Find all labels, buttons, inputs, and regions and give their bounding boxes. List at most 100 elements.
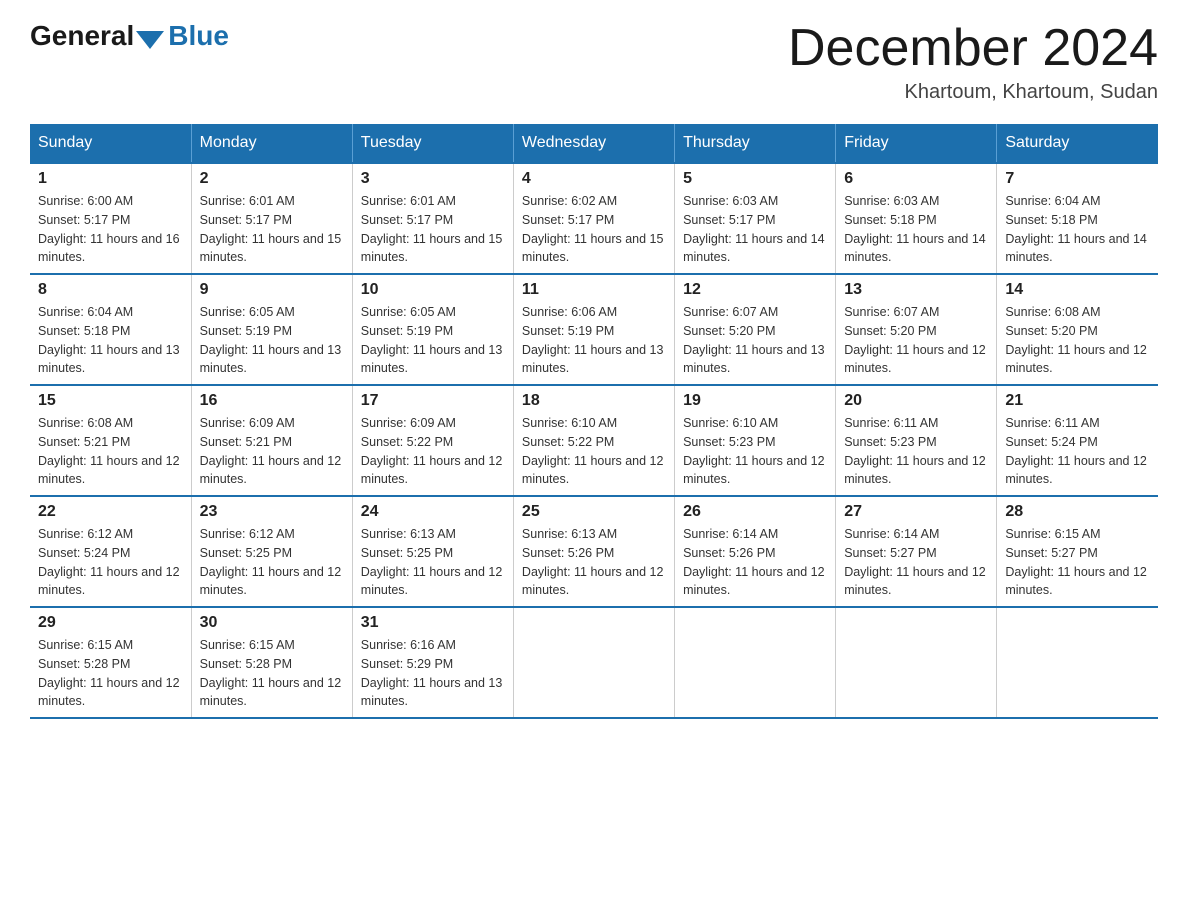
calendar-cell: 5 Sunrise: 6:03 AMSunset: 5:17 PMDayligh… — [675, 163, 836, 274]
page-header: General Blue December 2024 Khartoum, Kha… — [30, 20, 1158, 104]
calendar-cell: 11 Sunrise: 6:06 AMSunset: 5:19 PMDaylig… — [513, 274, 674, 385]
day-info: Sunrise: 6:09 AMSunset: 5:22 PMDaylight:… — [361, 416, 503, 486]
day-info: Sunrise: 6:15 AMSunset: 5:28 PMDaylight:… — [200, 638, 342, 708]
day-info: Sunrise: 6:08 AMSunset: 5:21 PMDaylight:… — [38, 416, 180, 486]
day-number: 22 — [38, 503, 183, 521]
day-info: Sunrise: 6:03 AMSunset: 5:17 PMDaylight:… — [683, 194, 825, 264]
day-number: 5 — [683, 170, 827, 188]
calendar-cell: 3 Sunrise: 6:01 AMSunset: 5:17 PMDayligh… — [352, 163, 513, 274]
day-number: 15 — [38, 392, 183, 410]
day-info: Sunrise: 6:14 AMSunset: 5:26 PMDaylight:… — [683, 527, 825, 597]
day-info: Sunrise: 6:13 AMSunset: 5:26 PMDaylight:… — [522, 527, 664, 597]
day-info: Sunrise: 6:10 AMSunset: 5:23 PMDaylight:… — [683, 416, 825, 486]
column-header-sunday: Sunday — [30, 124, 191, 163]
logo: General Blue — [30, 20, 229, 52]
logo-blue-text: Blue — [168, 20, 229, 52]
calendar-cell: 1 Sunrise: 6:00 AMSunset: 5:17 PMDayligh… — [30, 163, 191, 274]
week-row-2: 8 Sunrise: 6:04 AMSunset: 5:18 PMDayligh… — [30, 274, 1158, 385]
day-number: 11 — [522, 281, 666, 299]
day-info: Sunrise: 6:07 AMSunset: 5:20 PMDaylight:… — [844, 305, 986, 375]
day-number: 31 — [361, 614, 505, 632]
title-section: December 2024 Khartoum, Khartoum, Sudan — [788, 20, 1158, 104]
day-number: 4 — [522, 170, 666, 188]
calendar-cell: 29 Sunrise: 6:15 AMSunset: 5:28 PMDaylig… — [30, 607, 191, 718]
calendar-cell: 27 Sunrise: 6:14 AMSunset: 5:27 PMDaylig… — [836, 496, 997, 607]
calendar-cell: 15 Sunrise: 6:08 AMSunset: 5:21 PMDaylig… — [30, 385, 191, 496]
day-number: 28 — [1005, 503, 1150, 521]
day-info: Sunrise: 6:11 AMSunset: 5:23 PMDaylight:… — [844, 416, 986, 486]
calendar-cell: 4 Sunrise: 6:02 AMSunset: 5:17 PMDayligh… — [513, 163, 674, 274]
day-info: Sunrise: 6:06 AMSunset: 5:19 PMDaylight:… — [522, 305, 664, 375]
calendar-cell: 8 Sunrise: 6:04 AMSunset: 5:18 PMDayligh… — [30, 274, 191, 385]
calendar-cell: 31 Sunrise: 6:16 AMSunset: 5:29 PMDaylig… — [352, 607, 513, 718]
day-info: Sunrise: 6:13 AMSunset: 5:25 PMDaylight:… — [361, 527, 503, 597]
week-row-3: 15 Sunrise: 6:08 AMSunset: 5:21 PMDaylig… — [30, 385, 1158, 496]
calendar-cell: 6 Sunrise: 6:03 AMSunset: 5:18 PMDayligh… — [836, 163, 997, 274]
week-row-4: 22 Sunrise: 6:12 AMSunset: 5:24 PMDaylig… — [30, 496, 1158, 607]
day-number: 21 — [1005, 392, 1150, 410]
day-number: 12 — [683, 281, 827, 299]
day-info: Sunrise: 6:09 AMSunset: 5:21 PMDaylight:… — [200, 416, 342, 486]
day-info: Sunrise: 6:10 AMSunset: 5:22 PMDaylight:… — [522, 416, 664, 486]
month-title: December 2024 — [788, 20, 1158, 77]
calendar-cell: 23 Sunrise: 6:12 AMSunset: 5:25 PMDaylig… — [191, 496, 352, 607]
day-number: 10 — [361, 281, 505, 299]
calendar-cell: 19 Sunrise: 6:10 AMSunset: 5:23 PMDaylig… — [675, 385, 836, 496]
calendar-cell — [997, 607, 1158, 718]
day-number: 20 — [844, 392, 988, 410]
calendar-cell — [675, 607, 836, 718]
day-number: 6 — [844, 170, 988, 188]
day-number: 26 — [683, 503, 827, 521]
calendar-cell: 28 Sunrise: 6:15 AMSunset: 5:27 PMDaylig… — [997, 496, 1158, 607]
day-info: Sunrise: 6:15 AMSunset: 5:28 PMDaylight:… — [38, 638, 180, 708]
calendar-cell: 16 Sunrise: 6:09 AMSunset: 5:21 PMDaylig… — [191, 385, 352, 496]
day-info: Sunrise: 6:00 AMSunset: 5:17 PMDaylight:… — [38, 194, 180, 264]
day-info: Sunrise: 6:04 AMSunset: 5:18 PMDaylight:… — [38, 305, 180, 375]
day-info: Sunrise: 6:04 AMSunset: 5:18 PMDaylight:… — [1005, 194, 1147, 264]
day-info: Sunrise: 6:12 AMSunset: 5:24 PMDaylight:… — [38, 527, 180, 597]
calendar-cell: 20 Sunrise: 6:11 AMSunset: 5:23 PMDaylig… — [836, 385, 997, 496]
day-number: 2 — [200, 170, 344, 188]
day-info: Sunrise: 6:02 AMSunset: 5:17 PMDaylight:… — [522, 194, 664, 264]
day-info: Sunrise: 6:15 AMSunset: 5:27 PMDaylight:… — [1005, 527, 1147, 597]
calendar-cell: 7 Sunrise: 6:04 AMSunset: 5:18 PMDayligh… — [997, 163, 1158, 274]
day-number: 3 — [361, 170, 505, 188]
calendar-cell: 10 Sunrise: 6:05 AMSunset: 5:19 PMDaylig… — [352, 274, 513, 385]
column-header-monday: Monday — [191, 124, 352, 163]
day-number: 18 — [522, 392, 666, 410]
day-info: Sunrise: 6:11 AMSunset: 5:24 PMDaylight:… — [1005, 416, 1147, 486]
column-header-wednesday: Wednesday — [513, 124, 674, 163]
calendar-cell: 12 Sunrise: 6:07 AMSunset: 5:20 PMDaylig… — [675, 274, 836, 385]
day-number: 16 — [200, 392, 344, 410]
day-number: 14 — [1005, 281, 1150, 299]
day-info: Sunrise: 6:12 AMSunset: 5:25 PMDaylight:… — [200, 527, 342, 597]
location: Khartoum, Khartoum, Sudan — [788, 81, 1158, 104]
calendar-cell: 25 Sunrise: 6:13 AMSunset: 5:26 PMDaylig… — [513, 496, 674, 607]
column-header-thursday: Thursday — [675, 124, 836, 163]
day-info: Sunrise: 6:05 AMSunset: 5:19 PMDaylight:… — [200, 305, 342, 375]
day-info: Sunrise: 6:08 AMSunset: 5:20 PMDaylight:… — [1005, 305, 1147, 375]
calendar-cell — [836, 607, 997, 718]
day-info: Sunrise: 6:07 AMSunset: 5:20 PMDaylight:… — [683, 305, 825, 375]
day-info: Sunrise: 6:01 AMSunset: 5:17 PMDaylight:… — [200, 194, 342, 264]
column-header-saturday: Saturday — [997, 124, 1158, 163]
day-number: 9 — [200, 281, 344, 299]
day-info: Sunrise: 6:03 AMSunset: 5:18 PMDaylight:… — [844, 194, 986, 264]
calendar-cell: 30 Sunrise: 6:15 AMSunset: 5:28 PMDaylig… — [191, 607, 352, 718]
day-number: 30 — [200, 614, 344, 632]
day-number: 23 — [200, 503, 344, 521]
day-number: 27 — [844, 503, 988, 521]
day-number: 25 — [522, 503, 666, 521]
calendar-cell: 14 Sunrise: 6:08 AMSunset: 5:20 PMDaylig… — [997, 274, 1158, 385]
day-number: 29 — [38, 614, 183, 632]
calendar-table: SundayMondayTuesdayWednesdayThursdayFrid… — [30, 124, 1158, 719]
day-number: 13 — [844, 281, 988, 299]
day-number: 8 — [38, 281, 183, 299]
day-number: 17 — [361, 392, 505, 410]
week-row-5: 29 Sunrise: 6:15 AMSunset: 5:28 PMDaylig… — [30, 607, 1158, 718]
calendar-cell: 21 Sunrise: 6:11 AMSunset: 5:24 PMDaylig… — [997, 385, 1158, 496]
week-row-1: 1 Sunrise: 6:00 AMSunset: 5:17 PMDayligh… — [30, 163, 1158, 274]
calendar-cell: 18 Sunrise: 6:10 AMSunset: 5:22 PMDaylig… — [513, 385, 674, 496]
day-info: Sunrise: 6:01 AMSunset: 5:17 PMDaylight:… — [361, 194, 503, 264]
calendar-cell: 22 Sunrise: 6:12 AMSunset: 5:24 PMDaylig… — [30, 496, 191, 607]
